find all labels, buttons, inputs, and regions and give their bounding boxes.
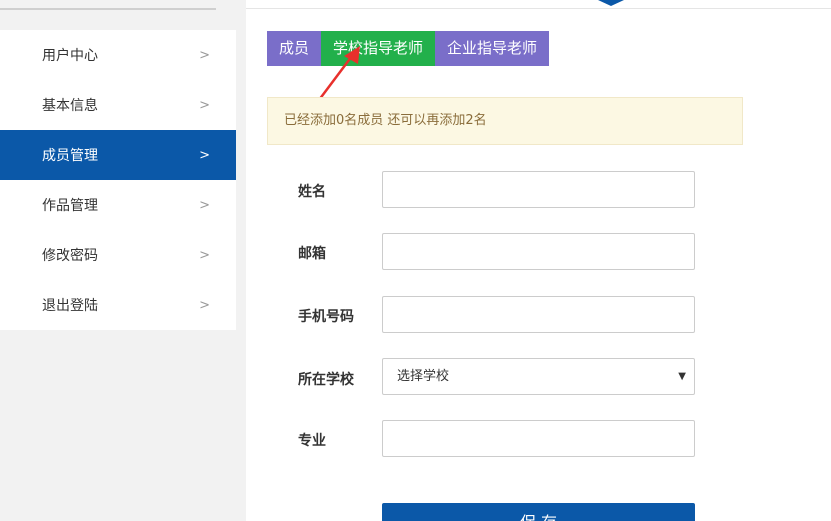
major-label: 专业 bbox=[298, 433, 326, 449]
sidebar-top-divider bbox=[0, 8, 216, 10]
caret-down-icon: ▼ bbox=[678, 371, 686, 382]
member-type-tabs: 成员 学校指导老师 企业指导老师 bbox=[267, 31, 549, 66]
chevron-right-icon: > bbox=[199, 47, 210, 63]
chevron-right-icon: > bbox=[199, 197, 210, 213]
sidebar-item-member-management[interactable]: 成员管理 > bbox=[0, 130, 236, 180]
sidebar-item-label: 作品管理 bbox=[42, 198, 98, 214]
sidebar-item-label: 用户中心 bbox=[42, 48, 98, 64]
sidebar: 用户中心 > 基本信息 > 成员管理 > 作品管理 > 修改密码 > 退出登陆 … bbox=[0, 30, 236, 330]
email-input[interactable] bbox=[382, 233, 695, 270]
phone-input[interactable] bbox=[382, 296, 695, 333]
save-button[interactable]: 保 存 bbox=[382, 503, 695, 521]
sidebar-item-label: 修改密码 bbox=[42, 248, 98, 264]
sidebar-item-label: 退出登陆 bbox=[42, 298, 98, 314]
email-label: 邮箱 bbox=[298, 246, 326, 262]
chevron-right-icon: > bbox=[199, 147, 210, 163]
tab-company-teacher[interactable]: 企业指导老师 bbox=[435, 31, 549, 66]
school-select[interactable]: 选择学校 ▼ bbox=[382, 358, 695, 395]
name-label: 姓名 bbox=[298, 184, 326, 200]
main-top-divider bbox=[246, 8, 831, 9]
school-select-value: 选择学校 bbox=[397, 369, 450, 384]
chevron-right-icon: > bbox=[199, 97, 210, 113]
caret-down-icon bbox=[598, 0, 624, 6]
member-count-notice: 已经添加0名成员 还可以再添加2名 bbox=[267, 97, 743, 145]
name-input[interactable] bbox=[382, 171, 695, 208]
sidebar-item-label: 基本信息 bbox=[42, 98, 98, 114]
phone-label: 手机号码 bbox=[298, 309, 354, 325]
chevron-right-icon: > bbox=[199, 247, 210, 263]
school-label: 所在学校 bbox=[298, 372, 354, 388]
sidebar-item-works-management[interactable]: 作品管理 > bbox=[0, 180, 236, 230]
chevron-right-icon: > bbox=[199, 297, 210, 313]
sidebar-item-basic-info[interactable]: 基本信息 > bbox=[0, 80, 236, 130]
sidebar-item-user-center[interactable]: 用户中心 > bbox=[0, 30, 236, 80]
sidebar-item-logout[interactable]: 退出登陆 > bbox=[0, 280, 236, 330]
sidebar-item-label: 成员管理 bbox=[42, 148, 98, 164]
major-input[interactable] bbox=[382, 420, 695, 457]
sidebar-item-change-password[interactable]: 修改密码 > bbox=[0, 230, 236, 280]
